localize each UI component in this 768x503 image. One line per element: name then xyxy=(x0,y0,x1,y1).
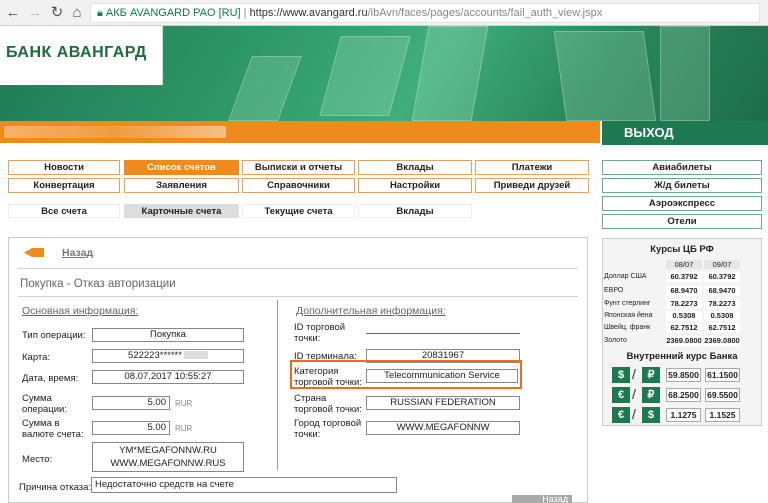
menu-flights[interactable]: Авиабилеты xyxy=(602,160,762,175)
nav-references[interactable]: Справочники xyxy=(242,178,355,193)
place-line2: WWW.MEGAFONNW.RUS xyxy=(110,458,226,469)
nav-accounts-list[interactable]: Список счетов xyxy=(124,160,239,175)
page-title: Покупка - Отказ авторизации xyxy=(20,278,176,290)
place-line1: YM*MEGAFONNW.RU xyxy=(119,445,217,456)
nav-invite-friends[interactable]: Приведи друзей xyxy=(475,178,589,193)
reason-field: Недостаточно средств на счете xyxy=(91,477,397,493)
sum-op-field: 5.00 xyxy=(92,396,170,410)
city-field: WWW.MEGAFONNW xyxy=(366,421,520,435)
euro-icon: € xyxy=(612,387,630,403)
tab-all-accounts[interactable]: Все счета xyxy=(8,204,120,218)
divider xyxy=(18,268,578,269)
menu-aeroexpress[interactable]: Аэроэкспресс xyxy=(602,196,762,211)
home-icon[interactable]: ⌂ xyxy=(68,4,86,22)
rate-row: Доллар США 60.3792 60.3792 xyxy=(604,272,760,282)
buy-rate: 68.2500 xyxy=(666,388,701,402)
op-type-field: Покупка xyxy=(92,328,244,342)
country-field: RUSSIAN FEDERATION xyxy=(366,396,520,410)
ruble-icon: ₽ xyxy=(642,387,660,403)
bottom-back-button[interactable]: Назад xyxy=(512,495,572,503)
url-host: https://www.avangard.ru xyxy=(249,7,368,19)
main-info-heading: Основная информация: xyxy=(22,305,139,317)
dollar-icon: $ xyxy=(612,367,630,383)
nav-applications[interactable]: Заявления xyxy=(124,178,239,193)
pos-id-label: ID торговой точки: xyxy=(294,322,346,344)
nav-statements[interactable]: Выписки и отчеты xyxy=(242,160,355,175)
bank-logo[interactable]: БАНК АВАНГАРД xyxy=(0,26,163,85)
lock-icon: 🔒︎ xyxy=(97,7,106,19)
nav-settings[interactable]: Настройки xyxy=(358,178,472,193)
euro-icon: € xyxy=(612,407,630,423)
url-path: /ibAvn/faces/pages/accounts/fail_auth_vi… xyxy=(367,7,603,19)
back-link[interactable]: Назад xyxy=(62,247,93,259)
sum-op-label: Сумма операции: xyxy=(22,393,67,415)
sell-rate: 1.1525 xyxy=(705,408,740,422)
place-field: YM*MEGAFONNW.RU WWW.MEGAFONNW.RUS xyxy=(92,442,244,472)
rate-row: ЕВРО 68.9470 68.9470 xyxy=(604,286,760,296)
logo-text: БАНК АВАНГАРД xyxy=(6,44,147,61)
back-arrow-icon[interactable]: ← xyxy=(4,4,22,22)
sell-rate: 61.1500 xyxy=(705,368,740,382)
reload-icon[interactable]: ↻ xyxy=(48,4,66,22)
column-divider xyxy=(277,300,278,470)
rates-title: Курсы ЦБ РФ xyxy=(650,244,714,255)
sum-acc-field: 5.00 xyxy=(92,421,170,435)
ruble-icon: ₽ xyxy=(642,367,660,383)
internal-rates-title: Внутренний курс Банка xyxy=(626,351,738,362)
blurred-user-name xyxy=(4,126,226,138)
card-field: 522223****** xyxy=(92,349,244,363)
dollar-icon: $ xyxy=(642,407,660,423)
tab-current-accounts[interactable]: Текущие счета xyxy=(242,204,355,218)
exit-button[interactable]: ВЫХОД xyxy=(602,121,768,145)
browser-toolbar: ← → ↻ ⌂ 🔒︎ АКБ AVANGARD PAO [RU] | https… xyxy=(0,0,768,26)
sell-rate: 69.5500 xyxy=(705,388,740,402)
country-label: Страна торговой точки: xyxy=(294,393,362,415)
tab-deposits[interactable]: Вклады xyxy=(358,204,472,218)
rate-row: Японская йена 0.5308 0.5308 xyxy=(604,311,760,321)
sum-acc-unit: RUR xyxy=(175,424,193,433)
date-label: Дата, время: xyxy=(22,373,79,384)
category-label: Категория торговой точки: xyxy=(294,366,362,388)
city-label: Город торговой точки: xyxy=(294,418,362,440)
nav-news[interactable]: Новости xyxy=(8,160,120,175)
slash-icon: / xyxy=(632,386,636,402)
slash-icon: / xyxy=(632,366,636,382)
divider xyxy=(18,296,578,297)
nav-conversion[interactable]: Конвертация xyxy=(8,178,120,193)
secure-label: АКБ AVANGARD PAO [RU] xyxy=(105,7,241,19)
reason-label: Причина отказа: xyxy=(19,482,92,493)
menu-hotels[interactable]: Отели xyxy=(602,214,762,229)
rate-row: Фунт стерлинг 78.2273 78.2273 xyxy=(604,299,760,309)
rates-col1: 08/07 xyxy=(666,260,702,269)
category-field: Telecommunication Service xyxy=(366,369,518,383)
url-bar[interactable]: 🔒︎ АКБ AVANGARD PAO [RU] | https://www.a… xyxy=(90,3,760,23)
extra-info-heading: Дополнительная информация: xyxy=(296,305,446,317)
op-type-label: Тип операции: xyxy=(22,330,86,341)
forward-arrow-icon[interactable]: → xyxy=(26,4,44,22)
nav-payments[interactable]: Платежи xyxy=(475,160,589,175)
place-label: Место: xyxy=(22,454,53,465)
buy-rate: 1.1275 xyxy=(666,408,701,422)
sum-op-unit: RUR xyxy=(175,399,193,408)
card-number: 522223****** xyxy=(128,350,182,361)
menu-trains[interactable]: Ж/д билеты xyxy=(602,178,762,193)
rate-row: Швейц. франк 62.7512 62.7512 xyxy=(604,323,760,333)
tab-card-accounts[interactable]: Карточные счета xyxy=(124,204,239,218)
pos-id-field xyxy=(366,333,520,334)
card-label: Карта: xyxy=(22,352,51,363)
buy-rate: 59.8500 xyxy=(666,368,701,382)
rate-row: Золото 2369.0800 2369.0800 xyxy=(604,336,740,346)
sum-acc-label: Сумма в валюте счета: xyxy=(22,418,84,440)
slash-icon: / xyxy=(632,406,636,422)
date-field: 08.07.2017 10:55:27 xyxy=(92,370,244,384)
nav-deposits[interactable]: Вклады xyxy=(358,160,472,175)
rates-col2: 09/07 xyxy=(704,260,740,269)
